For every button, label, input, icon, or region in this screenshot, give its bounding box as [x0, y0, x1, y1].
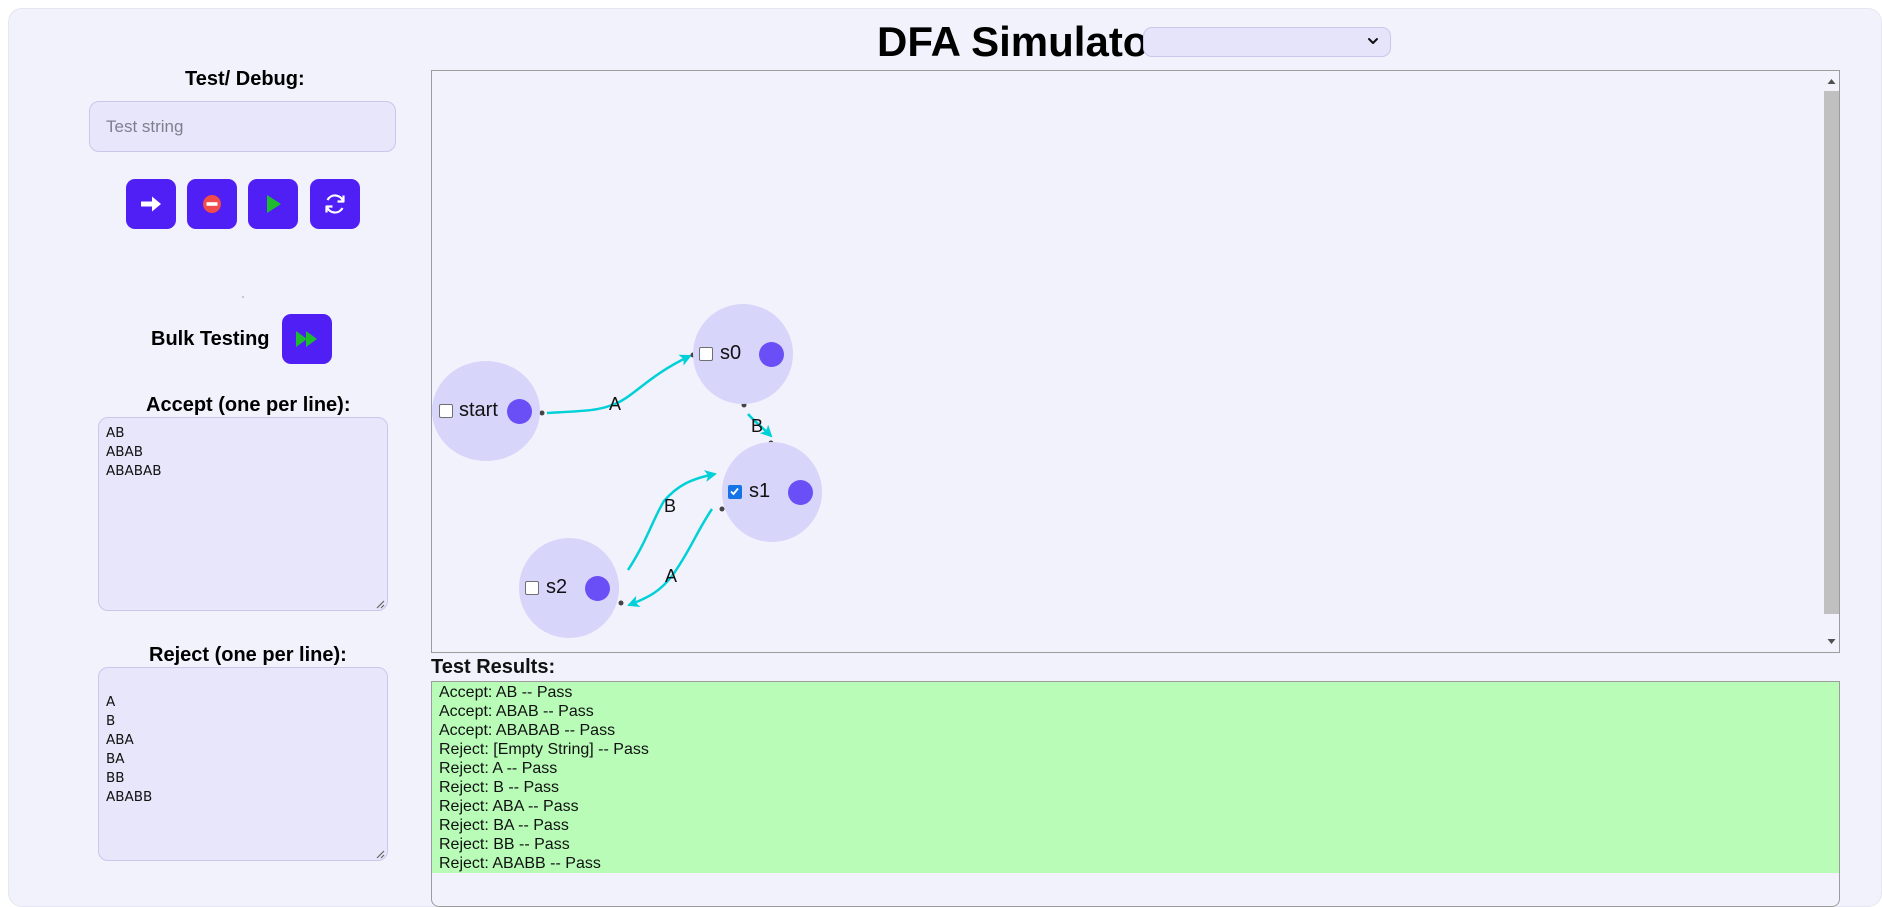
- page-title: DFA Simulator: [877, 18, 1165, 65]
- scroll-thumb[interactable]: [1824, 91, 1839, 614]
- fast-forward-icon: [296, 331, 317, 347]
- edge-anchor-dot: [618, 600, 624, 606]
- state-s2[interactable]: s2: [519, 538, 619, 638]
- bulk-testing-label: Bulk Testing: [151, 328, 270, 350]
- play-icon: [267, 195, 281, 213]
- state-start[interactable]: start: [432, 361, 540, 461]
- result-line: Reject: BA -- Pass: [439, 817, 569, 834]
- checkmark-icon: [730, 487, 739, 496]
- bulk-run-button[interactable]: [282, 314, 332, 364]
- edge-label: A: [609, 394, 622, 414]
- test-results-label: Test Results:: [431, 656, 556, 678]
- transition-edges: [539, 352, 774, 608]
- state-connect-handle[interactable]: [788, 480, 813, 505]
- scroll-down-icon[interactable]: [1827, 637, 1836, 646]
- result-line: Reject: [Empty String] -- Pass: [439, 741, 649, 758]
- transition-s1-s2[interactable]: [627, 508, 714, 608]
- edge-anchor-dot: [539, 410, 545, 416]
- resize-grip-icon[interactable]: [375, 849, 385, 859]
- accepting-checkbox[interactable]: [525, 581, 539, 595]
- accepting-checkbox[interactable]: [699, 347, 713, 361]
- canvas-scrollbar[interactable]: [1822, 71, 1839, 652]
- result-line: Accept: ABAB -- Pass: [439, 703, 594, 720]
- result-line: Reject: BB -- Pass: [439, 836, 570, 853]
- state-label: s0: [720, 342, 742, 364]
- result-line: Accept: AB -- Pass: [439, 684, 573, 701]
- refresh-icon: [325, 194, 345, 214]
- reset-button[interactable]: [310, 179, 360, 229]
- state-connect-handle[interactable]: [507, 399, 532, 424]
- accepting-checkbox[interactable]: [439, 404, 453, 418]
- result-line: Reject: ABABB -- Pass: [439, 855, 601, 872]
- reject-textarea[interactable]: A B ABA BA BB ABABB: [98, 667, 388, 861]
- results-list: Accept: AB -- Pass Accept: ABAB -- Pass …: [432, 682, 1839, 873]
- run-button[interactable]: [248, 179, 298, 229]
- state-label: s2: [546, 576, 568, 598]
- divider-dot: [242, 296, 244, 298]
- test-string-input[interactable]: [89, 101, 396, 152]
- state-label: start: [459, 399, 498, 421]
- accept-textarea[interactable]: AB ABAB ABABAB: [98, 417, 388, 611]
- resize-grip-icon[interactable]: [375, 599, 385, 609]
- stop-icon: [203, 195, 221, 213]
- result-line: Accept: ABABAB -- Pass: [439, 722, 616, 739]
- step-button[interactable]: [126, 179, 176, 229]
- transition-s2-s1[interactable]: [626, 470, 717, 571]
- test-results-panel: Accept: AB -- Pass Accept: ABAB -- Pass …: [431, 681, 1840, 907]
- state-connect-handle[interactable]: [585, 576, 610, 601]
- state-connect-handle[interactable]: [759, 342, 784, 367]
- dfa-canvas[interactable]: A B B A start s0 s1 s2: [431, 70, 1840, 653]
- chevron-down-icon: [1368, 38, 1378, 44]
- state-s1[interactable]: s1: [722, 442, 822, 542]
- result-line: Reject: ABA -- Pass: [439, 798, 579, 815]
- stop-button[interactable]: [187, 179, 237, 229]
- accept-label: Accept (one per line):: [146, 394, 351, 416]
- result-line: Reject: A -- Pass: [439, 760, 558, 777]
- state-s0[interactable]: s0: [693, 304, 793, 404]
- test-debug-label: Test/ Debug:: [185, 68, 305, 90]
- accepting-checkbox[interactable]: [728, 485, 742, 499]
- arrow-right-icon: [141, 196, 161, 212]
- scroll-up-icon[interactable]: [1827, 77, 1836, 86]
- edge-label: B: [664, 496, 677, 516]
- state-label: s1: [749, 480, 771, 502]
- reject-label: Reject (one per line):: [149, 644, 347, 666]
- edge-label: A: [665, 566, 678, 586]
- edge-label: B: [751, 416, 764, 436]
- machine-select[interactable]: [1143, 27, 1391, 57]
- result-line: Reject: B -- Pass: [439, 779, 560, 796]
